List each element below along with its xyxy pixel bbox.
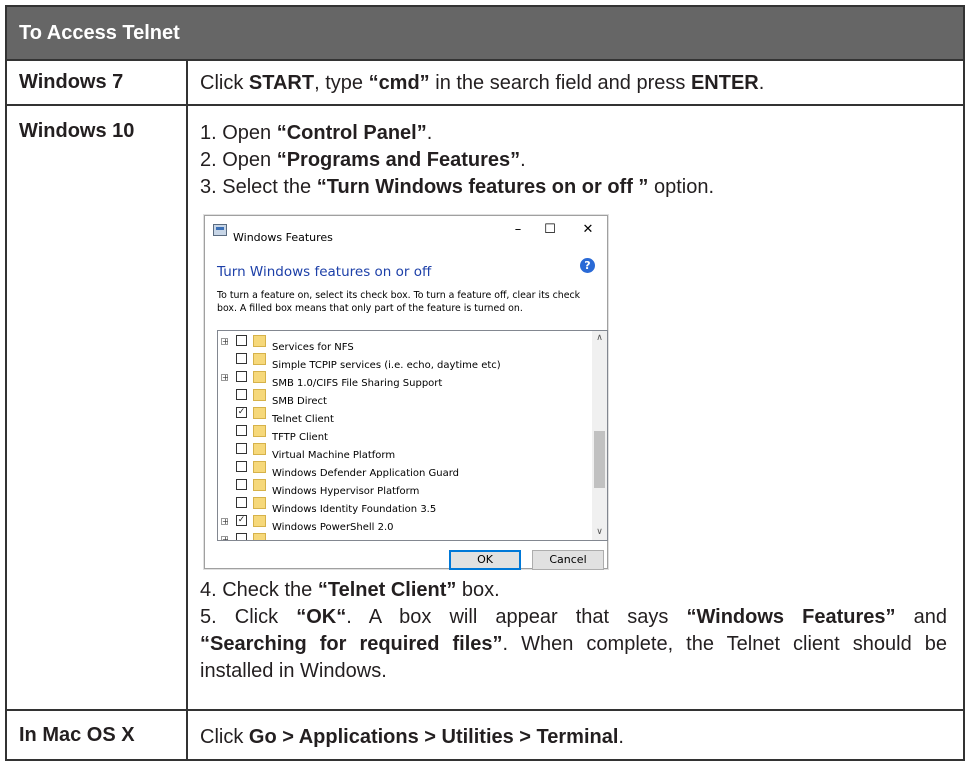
- windows-features-icon: [213, 224, 227, 236]
- folder-icon: [253, 497, 266, 509]
- step-1: 1. Open “Control Panel”.: [200, 122, 433, 144]
- folder-icon: [253, 533, 266, 540]
- folder-icon: [253, 515, 266, 527]
- dialog-title: Windows Features: [233, 231, 333, 244]
- scroll-up-arrow-icon[interactable]: ∧: [592, 331, 607, 346]
- folder-icon: [253, 335, 266, 347]
- telnet-access-table: To Access Telnet Windows 7 Click START, …: [5, 5, 965, 761]
- expand-icon[interactable]: +: [221, 536, 229, 540]
- ok-button[interactable]: OK: [449, 550, 521, 570]
- dialog-heading: Turn Windows features on or off: [217, 264, 432, 280]
- step-5-line-2: “Searching for required files”. When com…: [200, 633, 948, 655]
- instruction-text: Click Go > Applications > Utilities > Te…: [200, 726, 624, 748]
- folder-icon: [253, 389, 266, 401]
- maximize-button[interactable]: ☐: [539, 220, 561, 240]
- row-label: Windows 7: [7, 61, 188, 104]
- step-5-line-3: installed in Windows.: [200, 660, 387, 682]
- step-5-line-1: 5. Click “OK“. A box will appear that sa…: [200, 606, 948, 628]
- row-windows-10: Windows 10 1. Open “Control Panel”. 2. O…: [7, 106, 963, 711]
- expand-icon[interactable]: +: [221, 518, 229, 526]
- step-3: 3. Select the “Turn Windows features on …: [200, 176, 715, 198]
- feature-label: Windows Process Activation Service: [272, 532, 451, 540]
- row-content: Click START, type “cmd” in the search fi…: [188, 61, 963, 104]
- folder-icon: [253, 425, 266, 437]
- windows-features-dialog: Windows Features – ☐ ✕ Turn Windows feat…: [204, 215, 608, 570]
- dialog-description: To turn a feature on, select its check b…: [217, 290, 581, 314]
- step-2: 2. Open “Programs and Features”.: [200, 149, 526, 171]
- help-icon[interactable]: ?: [580, 258, 595, 273]
- features-tree: + Services for NFS Simple TCPIP services (…: [217, 330, 608, 541]
- table-title: To Access Telnet: [19, 22, 180, 44]
- scroll-thumb[interactable]: [594, 431, 605, 488]
- feature-checkbox[interactable]: [236, 335, 247, 346]
- close-button[interactable]: ✕: [577, 220, 599, 240]
- dialog-titlebar: Windows Features – ☐ ✕: [205, 216, 607, 246]
- row-content: Click Go > Applications > Utilities > Te…: [188, 711, 963, 761]
- feature-checkbox[interactable]: [236, 461, 247, 472]
- feature-checkbox[interactable]: [236, 425, 247, 436]
- post-dialog-steps: 4. Check the “Telnet Client” box. 5. Cli…: [200, 577, 947, 685]
- folder-icon: [253, 407, 266, 419]
- row-mac-os-x: In Mac OS X Click Go > Applications > Ut…: [7, 711, 963, 761]
- folder-icon: [253, 371, 266, 383]
- row-label: In Mac OS X: [7, 711, 188, 761]
- feature-checkbox[interactable]: ✓: [236, 407, 247, 418]
- feature-checkbox[interactable]: [236, 371, 247, 382]
- feature-checkbox[interactable]: [236, 479, 247, 490]
- folder-icon: [253, 443, 266, 455]
- feature-checkbox[interactable]: [236, 443, 247, 454]
- row-label: Windows 10: [7, 106, 188, 709]
- feature-checkbox[interactable]: ✓: [236, 515, 247, 526]
- table-header: To Access Telnet: [7, 7, 963, 61]
- row-content: 1. Open “Control Panel”. 2. Open “Progra…: [188, 106, 963, 709]
- feature-checkbox[interactable]: [236, 533, 247, 540]
- feature-checkbox[interactable]: [236, 389, 247, 400]
- folder-icon: [253, 353, 266, 365]
- cancel-button[interactable]: Cancel: [532, 550, 604, 570]
- row-windows-7: Windows 7 Click START, type “cmd” in the…: [7, 61, 963, 106]
- tree-scrollbar[interactable]: ∧ ∨: [592, 331, 607, 540]
- instruction-text: Click START, type “cmd” in the search fi…: [200, 72, 765, 94]
- scroll-down-arrow-icon[interactable]: ∨: [592, 525, 607, 540]
- folder-icon: [253, 461, 266, 473]
- expand-icon[interactable]: +: [221, 338, 229, 346]
- expand-icon[interactable]: +: [221, 374, 229, 382]
- feature-checkbox[interactable]: [236, 497, 247, 508]
- minimize-button[interactable]: –: [507, 220, 529, 240]
- step-4: 4. Check the “Telnet Client” box.: [200, 579, 500, 601]
- feature-checkbox[interactable]: [236, 353, 247, 364]
- folder-icon: [253, 479, 266, 491]
